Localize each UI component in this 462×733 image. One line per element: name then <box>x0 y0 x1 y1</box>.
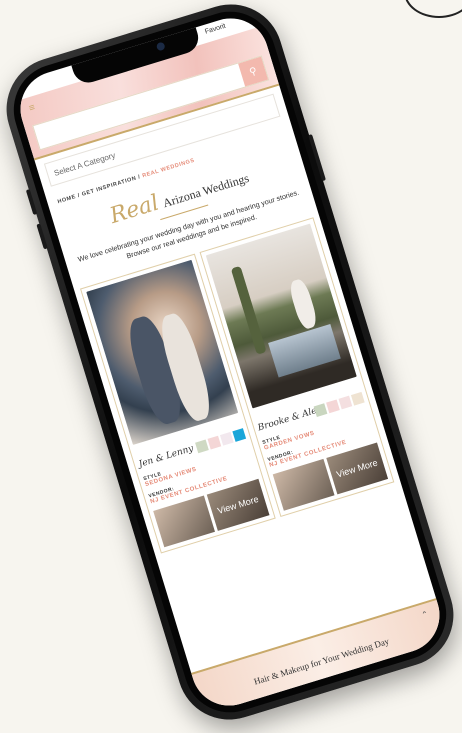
reflecting-pool <box>267 324 341 378</box>
cactus-figure <box>230 265 267 355</box>
menu-icon[interactable]: ≡ <box>28 102 37 114</box>
carrier-label: Favorit <box>204 22 227 36</box>
view-more-button[interactable]: View More <box>206 478 270 531</box>
chevron-up-icon[interactable]: ⌃ <box>420 609 429 620</box>
thumbnail-photo[interactable] <box>153 495 216 548</box>
couple-figure <box>286 277 319 331</box>
page-title-script: Real <box>107 190 162 229</box>
thumbnail-photo[interactable] <box>272 458 335 511</box>
phone-screen: Favorit ≡ ⚲ Select A Category HOME / GET… <box>11 8 449 716</box>
color-swatch <box>338 395 353 410</box>
color-swatch <box>219 432 234 446</box>
view-more-button[interactable]: View More <box>326 442 389 495</box>
color-swatch <box>207 435 221 450</box>
color-swatch <box>313 403 328 418</box>
breadcrumb-separator: / <box>137 174 142 181</box>
color-swatch <box>350 391 365 406</box>
color-swatch <box>326 399 340 414</box>
color-swatch <box>231 428 246 443</box>
breadcrumb-inspiration[interactable]: GET INSPIRATION <box>81 175 137 197</box>
color-swatch <box>194 439 209 454</box>
decorative-ring <box>404 0 462 18</box>
breadcrumb-current: REAL WEDDINGS <box>141 157 196 180</box>
breadcrumb-home[interactable]: HOME <box>57 194 77 205</box>
breadcrumb-separator: / <box>77 192 81 200</box>
phone-mockup: Favorit ≡ ⚲ Select A Category HOME / GET… <box>0 0 462 733</box>
category-placeholder: Select A Category <box>52 150 117 178</box>
